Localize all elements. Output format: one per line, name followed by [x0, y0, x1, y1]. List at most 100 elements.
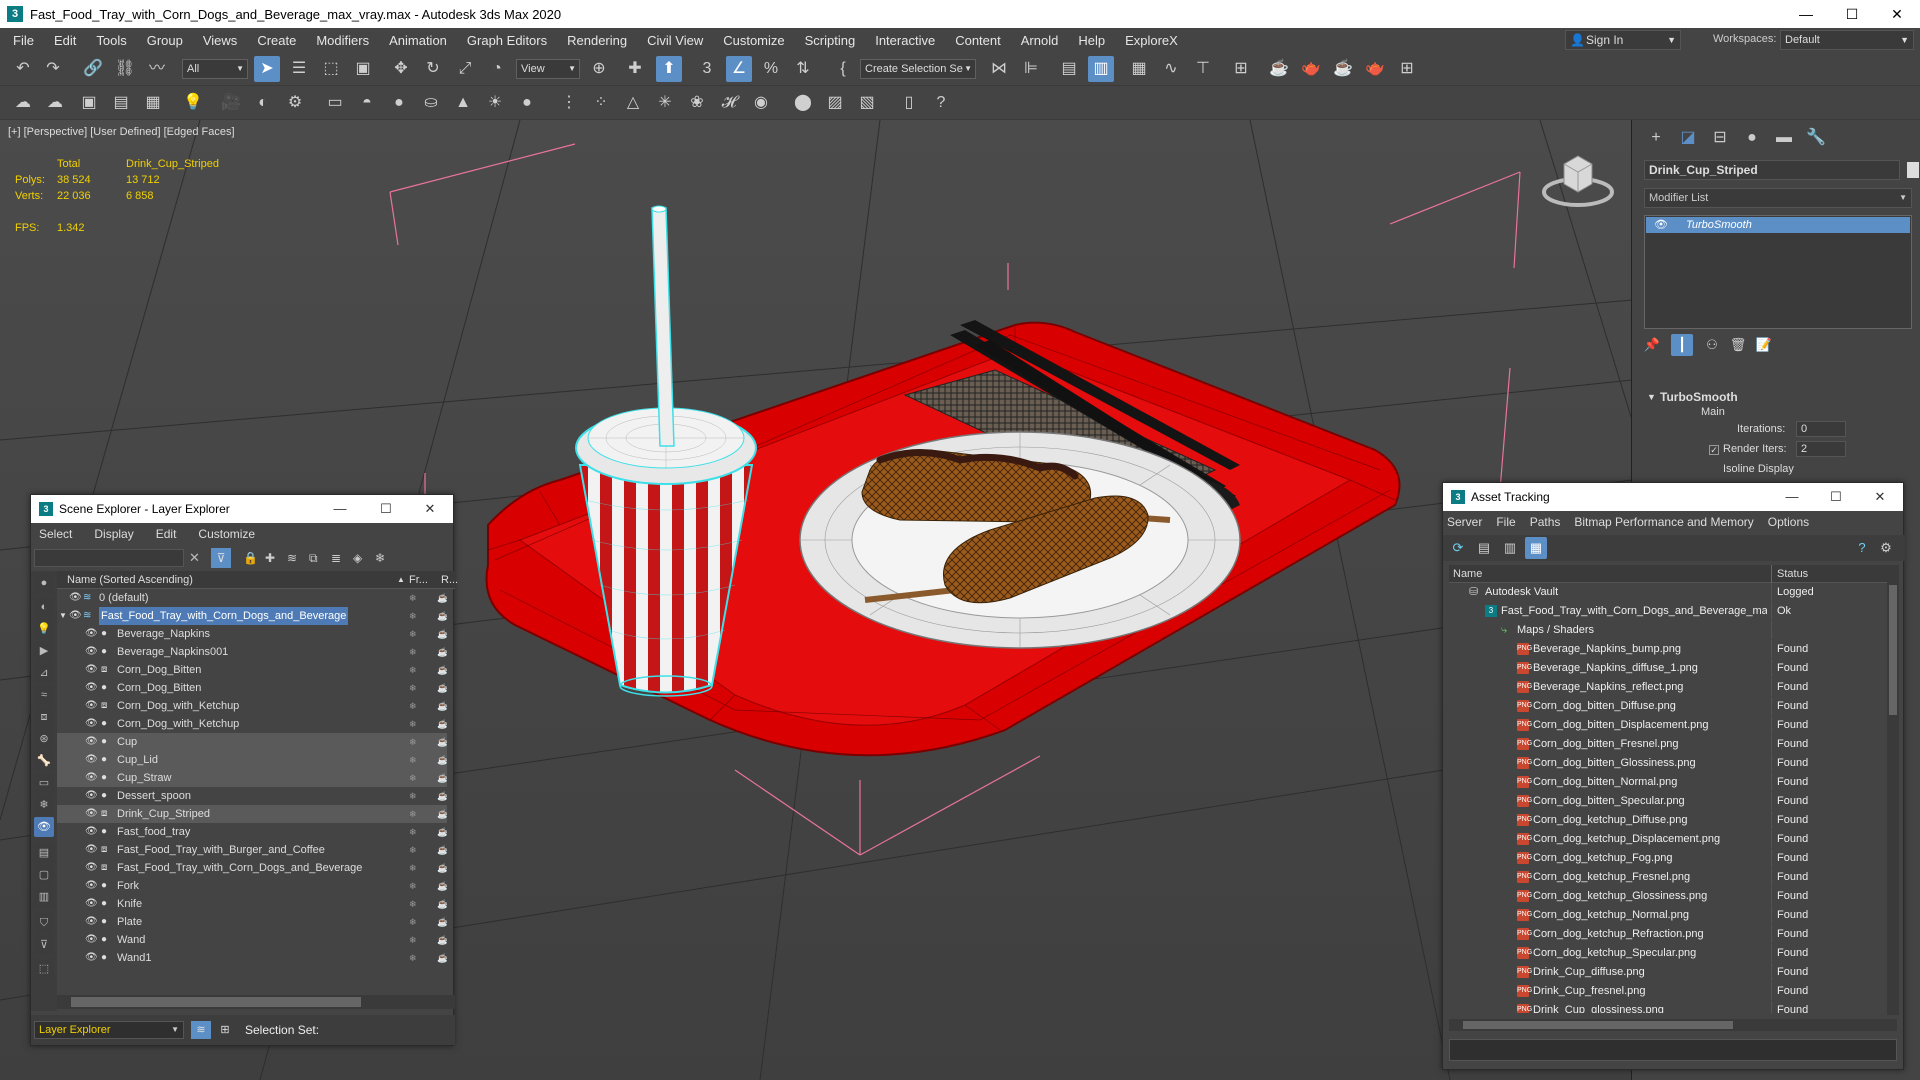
layer-row[interactable]: 👁 ⧈ Drink_Cup_Striped ❄ ☕ — [57, 805, 447, 823]
asset-menu-paths[interactable]: Paths — [1530, 515, 1561, 529]
scene-explorer-titlebar[interactable]: 3 Scene Explorer - Layer Explorer — ☐ ✕ — [31, 495, 453, 523]
render-production-icon[interactable]: ☕ — [1330, 56, 1356, 82]
menu-scripting[interactable]: Scripting — [795, 33, 866, 48]
freeze-icon[interactable]: ❄ — [409, 625, 417, 643]
asset-row[interactable]: PNG Corn_dog_ketchup_Refraction.png Found — [1449, 925, 1887, 943]
freeze-icon[interactable]: ❄ — [409, 877, 417, 895]
renderable-teapot-icon[interactable]: ☕ — [437, 589, 447, 607]
scale-icon[interactable]: ⤢ — [452, 56, 478, 82]
clear-find-icon[interactable]: ✕ — [189, 550, 200, 566]
toggle-scene-explorer-icon[interactable]: ▤ — [1056, 56, 1082, 82]
scene-explorer-menu-display[interactable]: Display — [94, 527, 133, 541]
asset-row[interactable]: PNG Corn_dog_ketchup_Glossiness.png Found — [1449, 887, 1887, 905]
visibility-eye-icon[interactable]: 👁 — [85, 769, 98, 787]
menu-customize[interactable]: Customize — [713, 33, 794, 48]
make-current-layer-icon[interactable]: ⧉ — [309, 551, 318, 566]
menu-tools[interactable]: Tools — [86, 33, 136, 48]
align-icon[interactable]: ⊫ — [1018, 56, 1044, 82]
column-name-header[interactable]: Name (Sorted Ascending) — [67, 571, 193, 589]
asset-row[interactable]: PNG Corn_dog_bitten_Fresnel.png Found — [1449, 735, 1887, 753]
sphere-light-icon[interactable]: ◐ — [250, 90, 276, 116]
asset-menu-server[interactable]: Server — [1447, 515, 1482, 529]
renderable-teapot-icon[interactable]: ☕ — [437, 787, 447, 805]
visibility-eye-icon[interactable]: 👁 — [69, 607, 82, 625]
light-icon[interactable]: 💡 — [180, 90, 206, 116]
minimize-button[interactable]: — — [1783, 0, 1829, 28]
renderable-teapot-icon[interactable]: ☕ — [437, 661, 447, 679]
asset-row[interactable]: PNG Drink_Cup_diffuse.png Found — [1449, 963, 1887, 981]
asset-row[interactable]: ⛁ Autodesk Vault Logged — [1449, 583, 1887, 601]
display-helpers-icon[interactable]: ⊿ — [34, 663, 54, 683]
workspace-select[interactable]: Default ▼ — [1780, 30, 1914, 50]
modify-tab-icon[interactable]: ◪ — [1673, 124, 1703, 152]
renderable-teapot-icon[interactable]: ☕ — [437, 643, 447, 661]
scene-explorer-menu-customize[interactable]: Customize — [198, 527, 255, 541]
renderable-teapot-icon[interactable]: ☕ — [437, 841, 447, 859]
visibility-eye-icon[interactable]: 👁 — [85, 805, 98, 823]
toggle-layer-explorer-icon[interactable]: ▥ — [1088, 56, 1114, 82]
column-name-header[interactable]: Name — [1453, 565, 1482, 583]
menu-edit[interactable]: Edit — [44, 33, 86, 48]
freeze-icon[interactable]: ❄ — [409, 661, 417, 679]
percent-snap-icon[interactable]: % — [758, 56, 784, 82]
layer-row[interactable]: 👁 ● Fork ❄ ☕ — [57, 877, 447, 895]
render-iters-spinner[interactable]: 2 — [1796, 441, 1846, 457]
sun-icon[interactable]: ☀ — [482, 90, 508, 116]
renderable-teapot-icon[interactable]: ☕ — [437, 733, 447, 751]
horizontal-scrollbar[interactable] — [57, 995, 455, 1009]
help-icon[interactable]: ? — [928, 90, 954, 116]
visibility-eye-icon[interactable]: 👁 — [69, 589, 82, 607]
vertical-scrollbar[interactable] — [1887, 565, 1899, 1015]
add-to-layer-icon[interactable]: ≋ — [287, 551, 297, 565]
asset-tracking-titlebar[interactable]: 3 Asset Tracking — ☐ ✕ — [1443, 483, 1903, 511]
selection-set-mode-icon[interactable]: ⊞ — [215, 1021, 235, 1039]
settings-icon[interactable]: ⚙ — [1875, 537, 1897, 559]
layer-explorer-mode-icon[interactable]: ≋ — [191, 1021, 211, 1039]
renderable-teapot-icon[interactable]: ☕ — [437, 607, 447, 625]
layer-row[interactable]: 👁 ● Corn_Dog_Bitten ❄ ☕ — [57, 679, 447, 697]
freeze-icon[interactable]: ❄ — [409, 913, 417, 931]
new-layer-icon[interactable]: ✚ — [265, 551, 275, 565]
renderable-teapot-icon[interactable]: ☕ — [437, 823, 447, 841]
visibility-eye-icon[interactable]: 👁 — [85, 823, 98, 841]
object-color-swatch[interactable] — [1907, 162, 1919, 178]
layer-stack-icon[interactable]: ≣ — [331, 551, 341, 565]
menu-create[interactable]: Create — [247, 33, 306, 48]
expand-arrow-icon[interactable]: ▼ — [59, 607, 67, 625]
display-groups-icon[interactable]: ⧈ — [34, 707, 54, 727]
menu-modifiers[interactable]: Modifiers — [306, 33, 379, 48]
freeze-icon[interactable]: ❄ — [409, 931, 417, 949]
selection-filter-select[interactable]: All ▼ — [182, 59, 248, 79]
named-selection-icon[interactable]: { — [830, 56, 856, 82]
asset-row[interactable]: PNG Corn_dog_bitten_Specular.png Found — [1449, 792, 1887, 810]
window-crossing-icon[interactable]: ▣ — [350, 56, 376, 82]
column-status-header[interactable]: Status — [1777, 565, 1808, 583]
details-view-icon[interactable]: ▥ — [1499, 537, 1521, 559]
close-button[interactable]: ✕ — [1874, 0, 1920, 28]
asset-row[interactable]: ⤷ Maps / Shaders — [1449, 621, 1887, 639]
layer-row[interactable]: 👁 ● Beverage_Napkins001 ❄ ☕ — [57, 643, 447, 661]
explorer-type-dropdown[interactable]: Layer Explorer ▼ — [34, 1021, 184, 1039]
filter-icon[interactable]: ⊽ — [211, 548, 231, 568]
table-view-icon[interactable]: ▦ — [1525, 537, 1547, 559]
layer-row[interactable]: 👁 ≋ 0 (default) ❄ ☕ — [57, 589, 447, 607]
visibility-eye-icon[interactable]: 👁 — [85, 787, 98, 805]
asset-row[interactable]: PNG Corn_dog_ketchup_Diffuse.png Found — [1449, 811, 1887, 829]
layer-row[interactable]: 👁 ⧈ Corn_Dog_Bitten ❄ ☕ — [57, 661, 447, 679]
layer-row[interactable]: 👁 ● Cup_Straw ❄ ☕ — [57, 769, 447, 787]
create-tab-icon[interactable]: + — [1641, 124, 1671, 152]
rotate-icon[interactable]: ↻ — [420, 56, 446, 82]
asset-menu-bitmap-performance-and-memory[interactable]: Bitmap Performance and Memory — [1574, 515, 1753, 529]
plane-icon[interactable]: ▭ — [322, 90, 348, 116]
renderable-teapot-icon[interactable]: ☕ — [437, 895, 447, 913]
renderable-teapot-icon[interactable]: ☕ — [437, 769, 447, 787]
layer-row[interactable]: 👁 ⧈ Fast_Food_Tray_with_Corn_Dogs_and_Beve… — [57, 859, 447, 877]
freeze-icon[interactable]: ❄ — [409, 607, 417, 625]
curve-editor-icon[interactable]: ∿ — [1158, 56, 1184, 82]
maximize-button[interactable]: ☐ — [1813, 483, 1859, 511]
display-tab-icon[interactable]: ▬ — [1769, 124, 1799, 152]
freeze-icon[interactable]: ❄ — [409, 715, 417, 733]
horizontal-scrollbar[interactable] — [1449, 1019, 1897, 1031]
display-bones-icon[interactable]: 🦴 — [34, 751, 54, 771]
display-containers-icon[interactable]: ▭ — [34, 773, 54, 793]
